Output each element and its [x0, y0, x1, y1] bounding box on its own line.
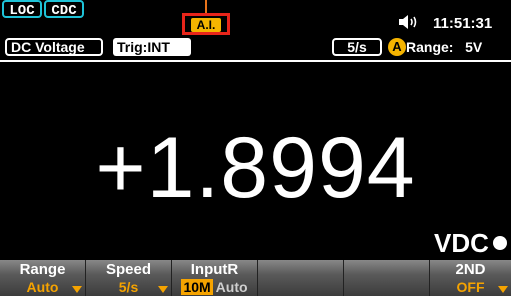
softkey-label: Range — [19, 261, 66, 278]
measurement-info-row: DC Voltage Trig:INT 5/s A Range: 5V — [0, 36, 511, 58]
cdc-indicator: CDC — [44, 0, 84, 19]
input-resistance-softkey[interactable]: InputR 10M Auto — [172, 260, 258, 296]
softkey-label: 2ND — [455, 261, 486, 278]
speed-softkey[interactable]: Speed 5/s — [86, 260, 172, 296]
range-softkey[interactable]: Range Auto — [0, 260, 86, 296]
softkey-bar: Range Auto Speed 5/s InputR 10M Auto 2ND … — [0, 260, 511, 296]
softkey-label: InputR — [190, 261, 239, 278]
callout-line — [205, 0, 207, 14]
auto-range-badge: A — [388, 38, 406, 56]
local-indicator: LOC — [2, 0, 42, 19]
chevron-down-icon — [72, 286, 82, 293]
chevron-down-icon — [498, 286, 508, 293]
chevron-down-icon — [158, 286, 168, 293]
softkey-value: 10M Auto — [172, 279, 257, 295]
clock: 11:51:31 — [433, 15, 493, 32]
softkey-5[interactable] — [344, 260, 430, 296]
measurement-unit: VDC — [434, 228, 489, 258]
softkey-label: Speed — [105, 261, 151, 278]
measurement-mode: DC Voltage — [5, 38, 103, 56]
speaker-icon — [399, 15, 417, 29]
sample-rate: 5/s — [332, 38, 382, 56]
softkey-4[interactable] — [258, 260, 344, 296]
second-function-softkey[interactable]: 2ND OFF — [430, 260, 511, 296]
ai-indicator-callout: A.I. — [182, 13, 230, 35]
measurement-reading: +1.8994 — [95, 120, 416, 216]
ai-badge: A.I. — [191, 18, 221, 32]
status-dot-icon — [493, 236, 507, 250]
selected-option: 10M — [181, 279, 213, 295]
unselected-option: Auto — [215, 279, 248, 295]
main-display: +1.8994 VDC — [0, 60, 511, 260]
trigger-source: Trig:INT — [113, 38, 191, 56]
status-bar: LOC CDC A.I. 11:51:31 — [0, 0, 511, 36]
range-value: Range: 5V — [406, 39, 483, 55]
